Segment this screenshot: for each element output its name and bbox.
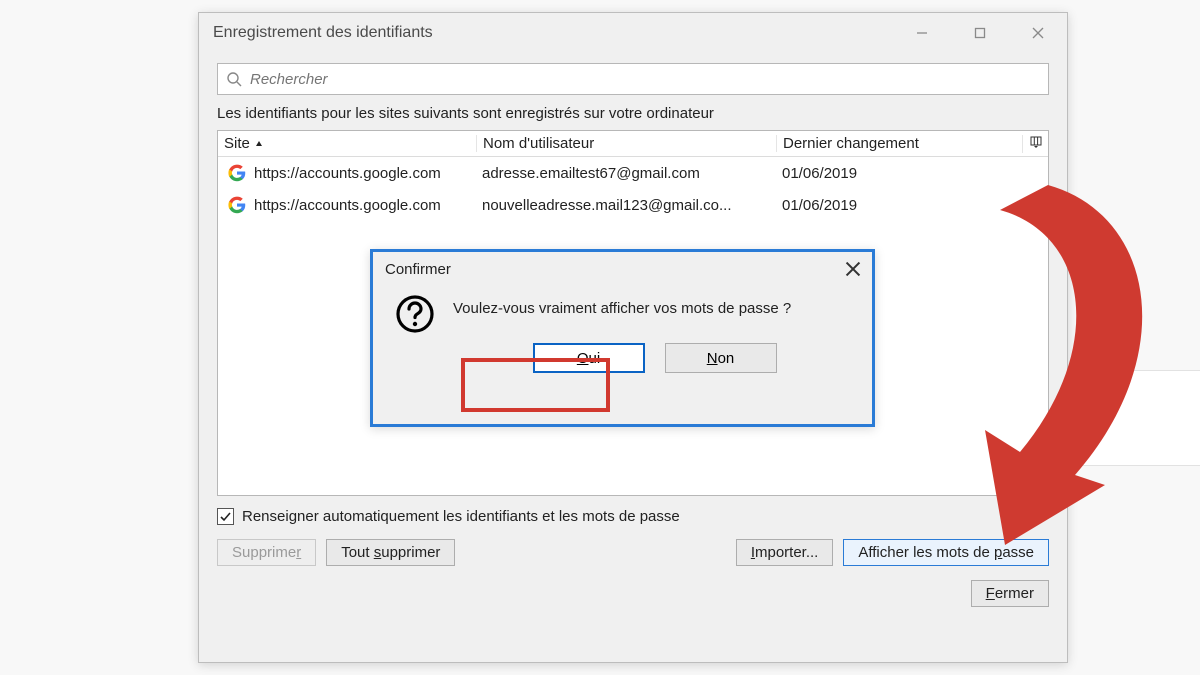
import-button[interactable]: Importer... xyxy=(736,539,834,566)
dialog-titlebar: Confirmer xyxy=(373,252,872,284)
show-passwords-button[interactable]: Afficher les mots de passe xyxy=(843,539,1049,566)
dialog-buttons: Oui Non xyxy=(453,343,856,373)
dialog-message: Voulez-vous vraiment afficher vos mots d… xyxy=(453,294,856,317)
google-favicon xyxy=(228,196,246,214)
no-button[interactable]: Non xyxy=(665,343,777,373)
window-title: Enregistrement des identifiants xyxy=(213,24,433,42)
autofill-label: Renseigner automatiquement les identifia… xyxy=(242,508,680,525)
autofill-checkbox[interactable] xyxy=(217,508,234,525)
search-input[interactable] xyxy=(248,70,1040,89)
maximize-icon xyxy=(973,26,987,40)
question-icon xyxy=(395,294,435,334)
table-row[interactable]: https://accounts.google.com nouvelleadre… xyxy=(218,189,1048,221)
dialog-close-button[interactable] xyxy=(844,260,862,278)
minimize-icon xyxy=(915,26,929,40)
search-icon xyxy=(226,71,242,87)
column-picker-icon xyxy=(1029,135,1043,149)
table-header: Site Nom d'utilisateur Dernier changemen… xyxy=(218,131,1048,157)
search-box[interactable] xyxy=(217,63,1049,95)
close-icon xyxy=(1031,26,1045,40)
check-icon xyxy=(219,510,232,523)
action-buttons: Supprimer Tout supprimer Importer... Aff… xyxy=(217,539,1049,566)
close-dialog-button[interactable]: Fermer xyxy=(971,580,1049,607)
close-button[interactable] xyxy=(1009,13,1067,53)
yes-button[interactable]: Oui xyxy=(533,343,645,373)
dialog-title: Confirmer xyxy=(385,261,451,278)
minimize-button[interactable] xyxy=(893,13,951,53)
table-row[interactable]: https://accounts.google.com adresse.emai… xyxy=(218,157,1048,189)
footer-buttons: Fermer xyxy=(217,580,1049,607)
header-user[interactable]: Nom d'utilisateur xyxy=(476,135,776,152)
header-column-picker[interactable] xyxy=(1022,135,1048,153)
confirm-dialog: Confirmer Voulez-vous vraiment afficher … xyxy=(370,249,875,427)
sort-asc-icon xyxy=(254,139,264,149)
header-date[interactable]: Dernier changement xyxy=(776,135,1022,152)
description-text: Les identifiants pour les sites suivants… xyxy=(217,105,1049,122)
autofill-checkbox-row[interactable]: Renseigner automatiquement les identifia… xyxy=(217,508,1049,525)
header-site[interactable]: Site xyxy=(218,135,476,152)
titlebar: Enregistrement des identifiants xyxy=(199,13,1067,53)
delete-all-button[interactable]: Tout supprimer xyxy=(326,539,455,566)
dialog-body: Voulez-vous vraiment afficher vos mots d… xyxy=(373,284,872,373)
google-favicon xyxy=(228,164,246,182)
delete-button[interactable]: Supprimer xyxy=(217,539,316,566)
maximize-button[interactable] xyxy=(951,13,1009,53)
